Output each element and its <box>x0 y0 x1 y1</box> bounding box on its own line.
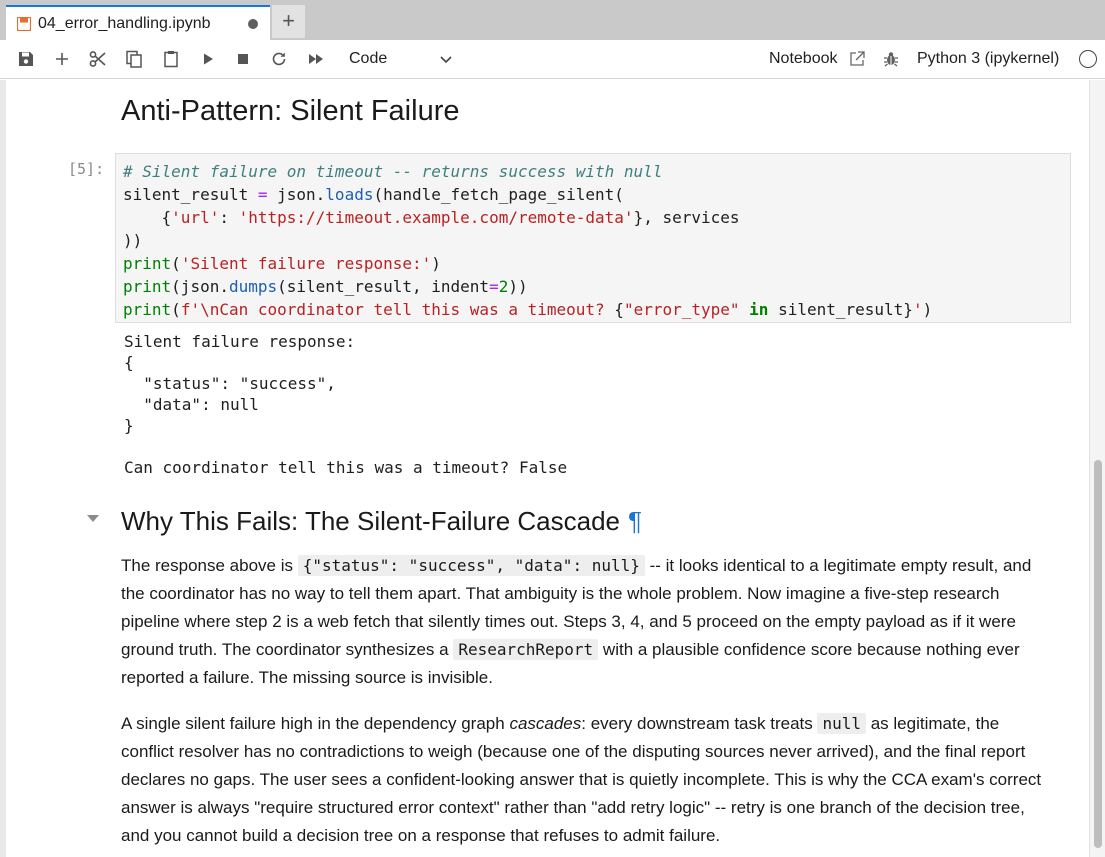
new-tab-button[interactable]: + <box>272 5 305 38</box>
inline-code: {"status": "success", "data": null} <box>297 555 645 576</box>
vertical-scrollbar[interactable] <box>1089 80 1105 857</box>
cut-icon[interactable] <box>88 49 108 69</box>
cell-output: Silent failure response: { "status": "su… <box>124 332 568 477</box>
notebook-link[interactable]: Notebook <box>769 50 838 68</box>
text: A single silent failure high in the depe… <box>121 714 510 733</box>
run-icon[interactable] <box>198 49 218 69</box>
notebook-toolbar: Code Notebook Python 3 (ipykernel) <box>0 40 1105 79</box>
tab-title: 04_error_handling.ipynb <box>38 15 211 32</box>
fast-forward-icon[interactable] <box>306 49 326 69</box>
code-cell-editor[interactable]: # Silent failure on timeout -- returns s… <box>115 153 1071 323</box>
markdown-heading: Anti-Pattern: Silent Failure <box>121 95 460 127</box>
external-link-icon[interactable] <box>848 50 866 68</box>
text: The response above is <box>121 556 298 575</box>
markdown-paragraph: The response above is {"status": "succes… <box>121 552 1051 692</box>
anchor-link[interactable]: ¶ <box>628 506 642 536</box>
debugger-bug-icon[interactable] <box>882 50 900 68</box>
notebook-icon <box>17 17 31 31</box>
markdown-paragraph: A single silent failure high in the depe… <box>121 710 1051 850</box>
stop-icon[interactable] <box>233 49 253 69</box>
save-icon[interactable] <box>16 49 36 69</box>
cell-type-label: Code <box>349 50 388 67</box>
heading-text: Why This Fails: The Silent-Failure Casca… <box>121 506 621 536</box>
paste-icon[interactable] <box>161 49 181 69</box>
add-cell-icon[interactable] <box>52 49 72 69</box>
kernel-status-icon <box>1079 50 1097 68</box>
markdown-heading-why: Why This Fails: The Silent-Failure Casca… <box>121 506 642 537</box>
copy-icon[interactable] <box>124 49 144 69</box>
cell-type-dropdown[interactable]: Code <box>339 47 457 73</box>
left-edge <box>0 80 6 857</box>
chevron-down-icon <box>440 56 452 64</box>
collapse-caret-icon[interactable] <box>86 513 100 523</box>
unsaved-dot-icon[interactable] <box>248 19 258 29</box>
text: as legitimate, the conflict resolver has… <box>121 714 1042 845</box>
notebook-panel: Anti-Pattern: Silent Failure [5]: # Sile… <box>0 80 1105 857</box>
tab-bar: 04_error_handling.ipynb + <box>0 0 1105 40</box>
restart-icon[interactable] <box>269 49 289 69</box>
emphasis: cascades <box>509 714 582 733</box>
kernel-name[interactable]: Python 3 (ipykernel) <box>917 50 1059 68</box>
notebook-tab[interactable]: 04_error_handling.ipynb <box>6 5 270 40</box>
scrollbar-thumb[interactable] <box>1094 460 1102 848</box>
code-content: # Silent failure on timeout -- returns s… <box>123 162 933 319</box>
inline-code: ResearchReport <box>453 639 599 660</box>
inline-code: null <box>817 713 866 734</box>
execution-count: [5]: <box>68 160 105 178</box>
text: : every downstream task treats <box>581 714 818 733</box>
